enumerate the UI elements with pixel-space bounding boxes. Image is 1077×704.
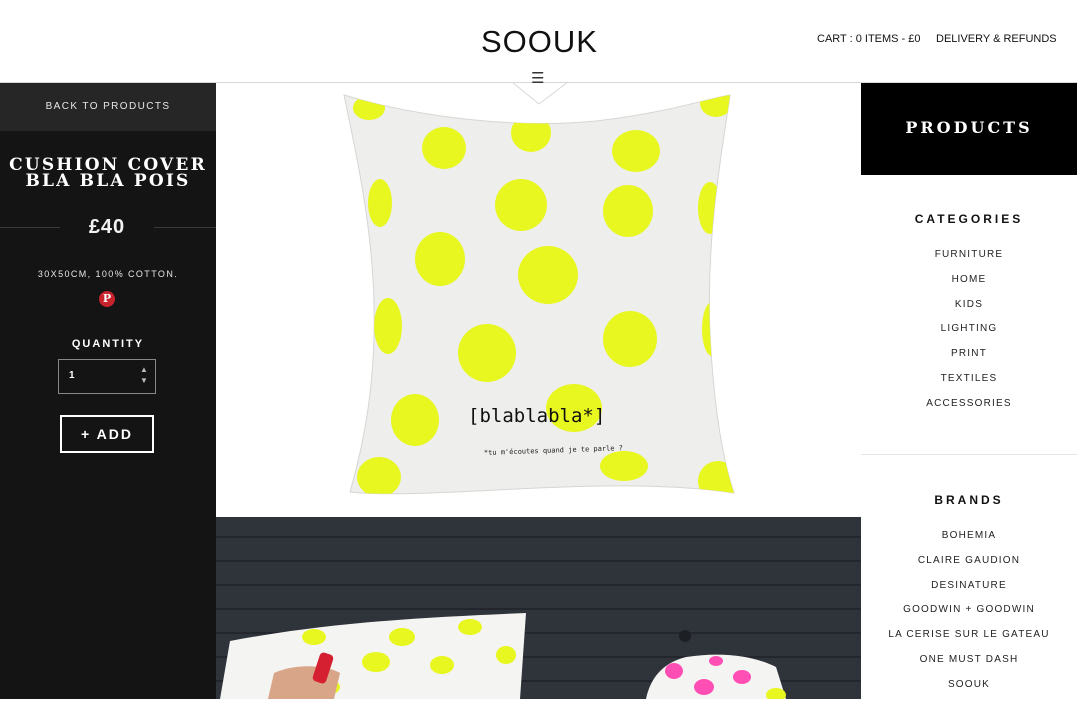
pinterest-icon[interactable]: P xyxy=(99,291,115,307)
brands-title: BRANDS xyxy=(934,493,1004,507)
price-divider-left xyxy=(0,227,60,228)
lifestyle-photo xyxy=(216,517,861,699)
category-lighting[interactable]: LIGHTING xyxy=(861,323,1077,348)
quantity-label: QUANTITY xyxy=(71,338,145,350)
categories-title: CATEGORIES xyxy=(914,212,1024,226)
brand-list: BOHEMIA CLAIRE GAUDION DESINATURE GOODWI… xyxy=(861,530,1077,704)
brand-bohemia[interactable]: BOHEMIA xyxy=(861,530,1077,555)
decrement-arrow-icon[interactable]: ▼ xyxy=(139,376,149,386)
brand-goodwin[interactable]: GOODWIN + GOODWIN xyxy=(861,604,1077,629)
quantity-stepper[interactable]: ▲ ▼ xyxy=(58,359,156,394)
category-textiles[interactable]: TEXTILES xyxy=(861,373,1077,398)
product-title: CUSHION COVER BLA BLA POIS xyxy=(9,155,207,191)
increment-arrow-icon[interactable]: ▲ xyxy=(139,365,149,375)
product-navigation: PRODUCTS CATEGORIES FURNITURE HOME KIDS … xyxy=(861,83,1077,699)
price-row: £40 xyxy=(0,216,216,240)
brand-claire-gaudion[interactable]: CLAIRE GAUDION xyxy=(861,555,1077,580)
product-gallery: [blablabla*] *tu m'écoutes quand je te p… xyxy=(216,83,861,699)
cushion-product-image: [blablabla*] *tu m'écoutes quand je te p… xyxy=(216,83,861,517)
products-heading[interactable]: PRODUCTS xyxy=(861,83,1077,175)
product-description: 30X50CM, 100% COTTON. xyxy=(37,269,179,279)
category-accessories[interactable]: ACCESSORIES xyxy=(861,398,1077,423)
product-price: £40 xyxy=(88,216,126,238)
brand-la-cerise[interactable]: LA CERISE SUR LE GATEAU xyxy=(861,629,1077,654)
quantity-input[interactable] xyxy=(69,370,119,381)
brand-desinature[interactable]: DESINATURE xyxy=(861,580,1077,605)
category-print[interactable]: PRINT xyxy=(861,348,1077,373)
price-divider-right xyxy=(154,227,216,228)
category-home[interactable]: HOME xyxy=(861,274,1077,299)
hamburger-icon[interactable]: ☰ xyxy=(531,71,544,86)
site-logo[interactable]: SOOUK xyxy=(481,24,598,60)
category-list: FURNITURE HOME KIDS LIGHTING PRINT TEXTI… xyxy=(861,249,1077,423)
category-furniture[interactable]: FURNITURE xyxy=(861,249,1077,274)
add-to-cart-button[interactable]: + ADD xyxy=(60,415,154,453)
cushion-print-text: [blablabla*] xyxy=(468,405,605,427)
brand-soouk[interactable]: SOOUK xyxy=(861,679,1077,704)
delivery-refunds-link[interactable]: DELIVERY & REFUNDS xyxy=(936,33,1057,45)
back-to-products-link[interactable]: BACK TO PRODUCTS xyxy=(0,83,216,131)
section-divider xyxy=(861,454,1077,455)
brand-one-must-dash[interactable]: ONE MUST DASH xyxy=(861,654,1077,679)
cart-link[interactable]: CART : 0 ITEMS - £0 xyxy=(817,33,921,45)
category-kids[interactable]: KIDS xyxy=(861,299,1077,324)
product-details-panel: BACK TO PRODUCTS CUSHION COVER BLA BLA P… xyxy=(0,83,216,699)
